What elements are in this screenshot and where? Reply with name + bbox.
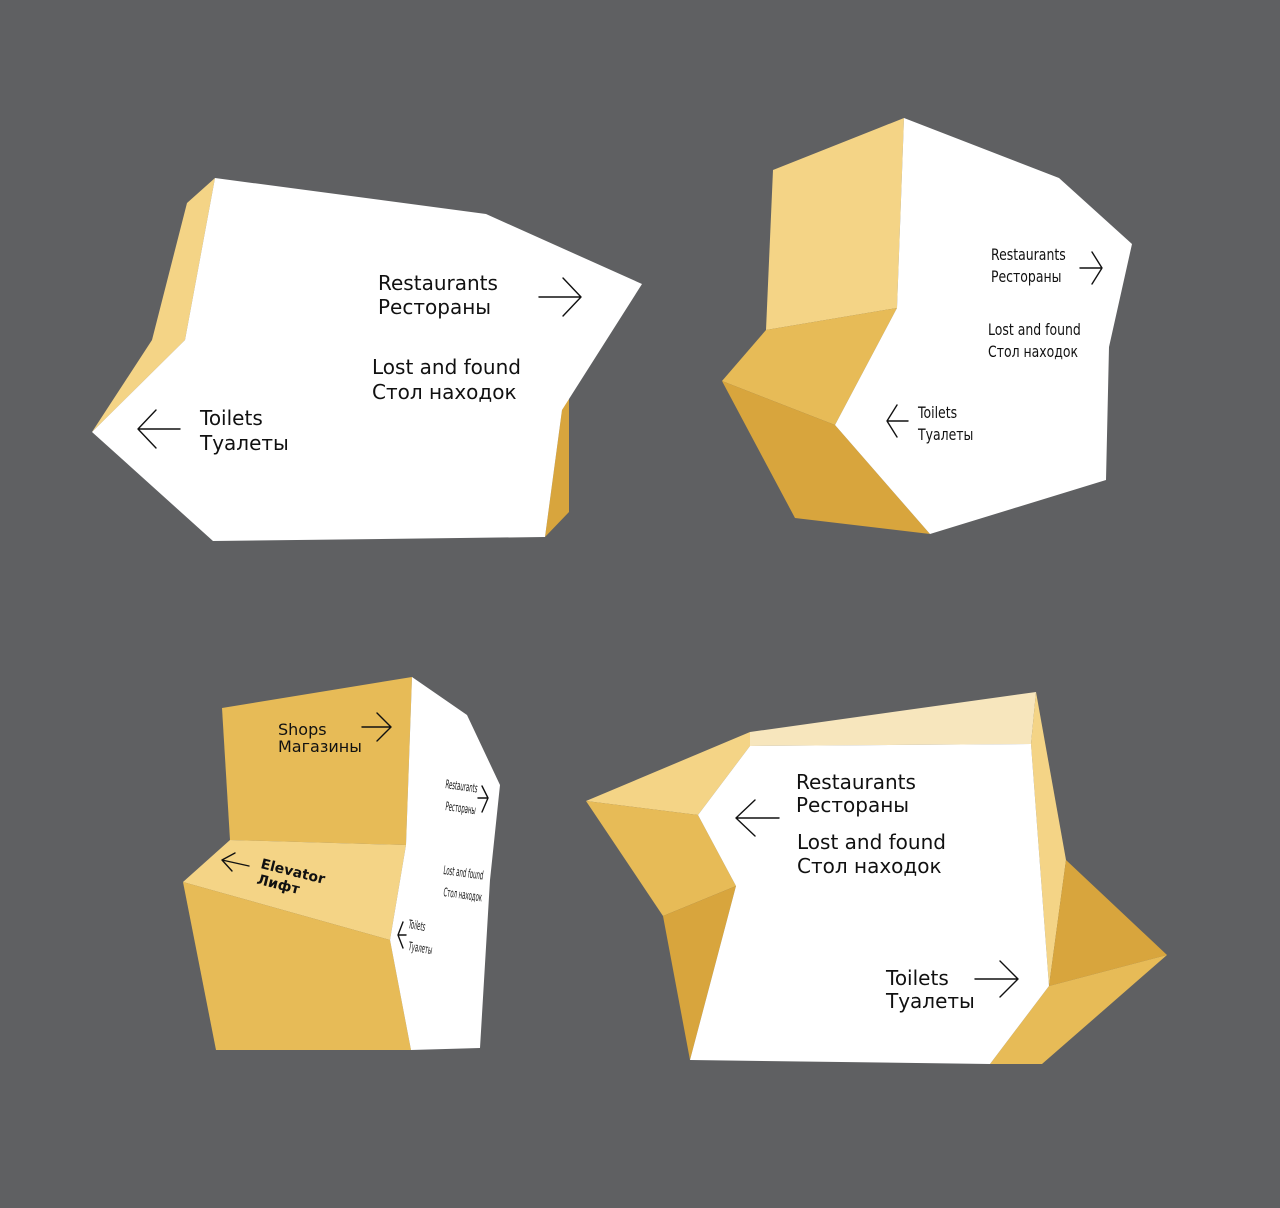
sign-4-lost-found-en: Lost and found [797, 830, 946, 854]
sign-1-restaurants-ru: Рестораны [378, 295, 491, 319]
sign-1-restaurants-en: Restaurants [378, 271, 498, 295]
sign-1-lost-found-ru: Стол находок [372, 380, 517, 404]
sign-2-toilets-ru: Туалеты [917, 427, 973, 445]
sign-2-restaurants-en: Restaurants [991, 247, 1066, 265]
signage-concepts: Restaurants Рестораны Lost and found Сто… [92, 118, 1167, 1064]
sign-4-restaurants-ru: Рестораны [796, 793, 909, 817]
sign-4-top-strip [750, 692, 1036, 746]
sign-1-lost-found-en: Lost and found [372, 355, 521, 379]
sign-4-restaurants-en: Restaurants [796, 770, 916, 794]
sign-2: Restaurants Рестораны Lost and found Сто… [722, 118, 1132, 534]
sign-2-lost-found-ru: Стол находок [988, 344, 1078, 362]
sign-1-toilets-ru: Туалеты [199, 431, 289, 455]
sign-3-shops-ru: Магазины [278, 737, 362, 756]
sign-4: Restaurants Рестораны Lost and found Сто… [586, 692, 1167, 1064]
sign-4-toilets-en: Toilets [885, 966, 949, 990]
sign-1: Restaurants Рестораны Lost and found Сто… [92, 178, 642, 541]
sign-4-lost-found-ru: Стол находок [797, 854, 942, 878]
sign-2-restaurants-ru: Рестораны [991, 269, 1061, 287]
sign-2-lost-found-en: Lost and found [988, 322, 1081, 340]
sign-2-toilets-en: Toilets [917, 405, 957, 423]
sign-4-toilets-ru: Туалеты [885, 989, 975, 1013]
sign-3-side-upper [222, 677, 412, 845]
sign-3: Shops Магазины Elevator Лифт Restaurants… [183, 677, 500, 1050]
sign-2-side-top [766, 118, 904, 330]
sign-1-toilets-en: Toilets [199, 406, 263, 430]
sign-3-toilets-en: Toilets [407, 918, 427, 935]
